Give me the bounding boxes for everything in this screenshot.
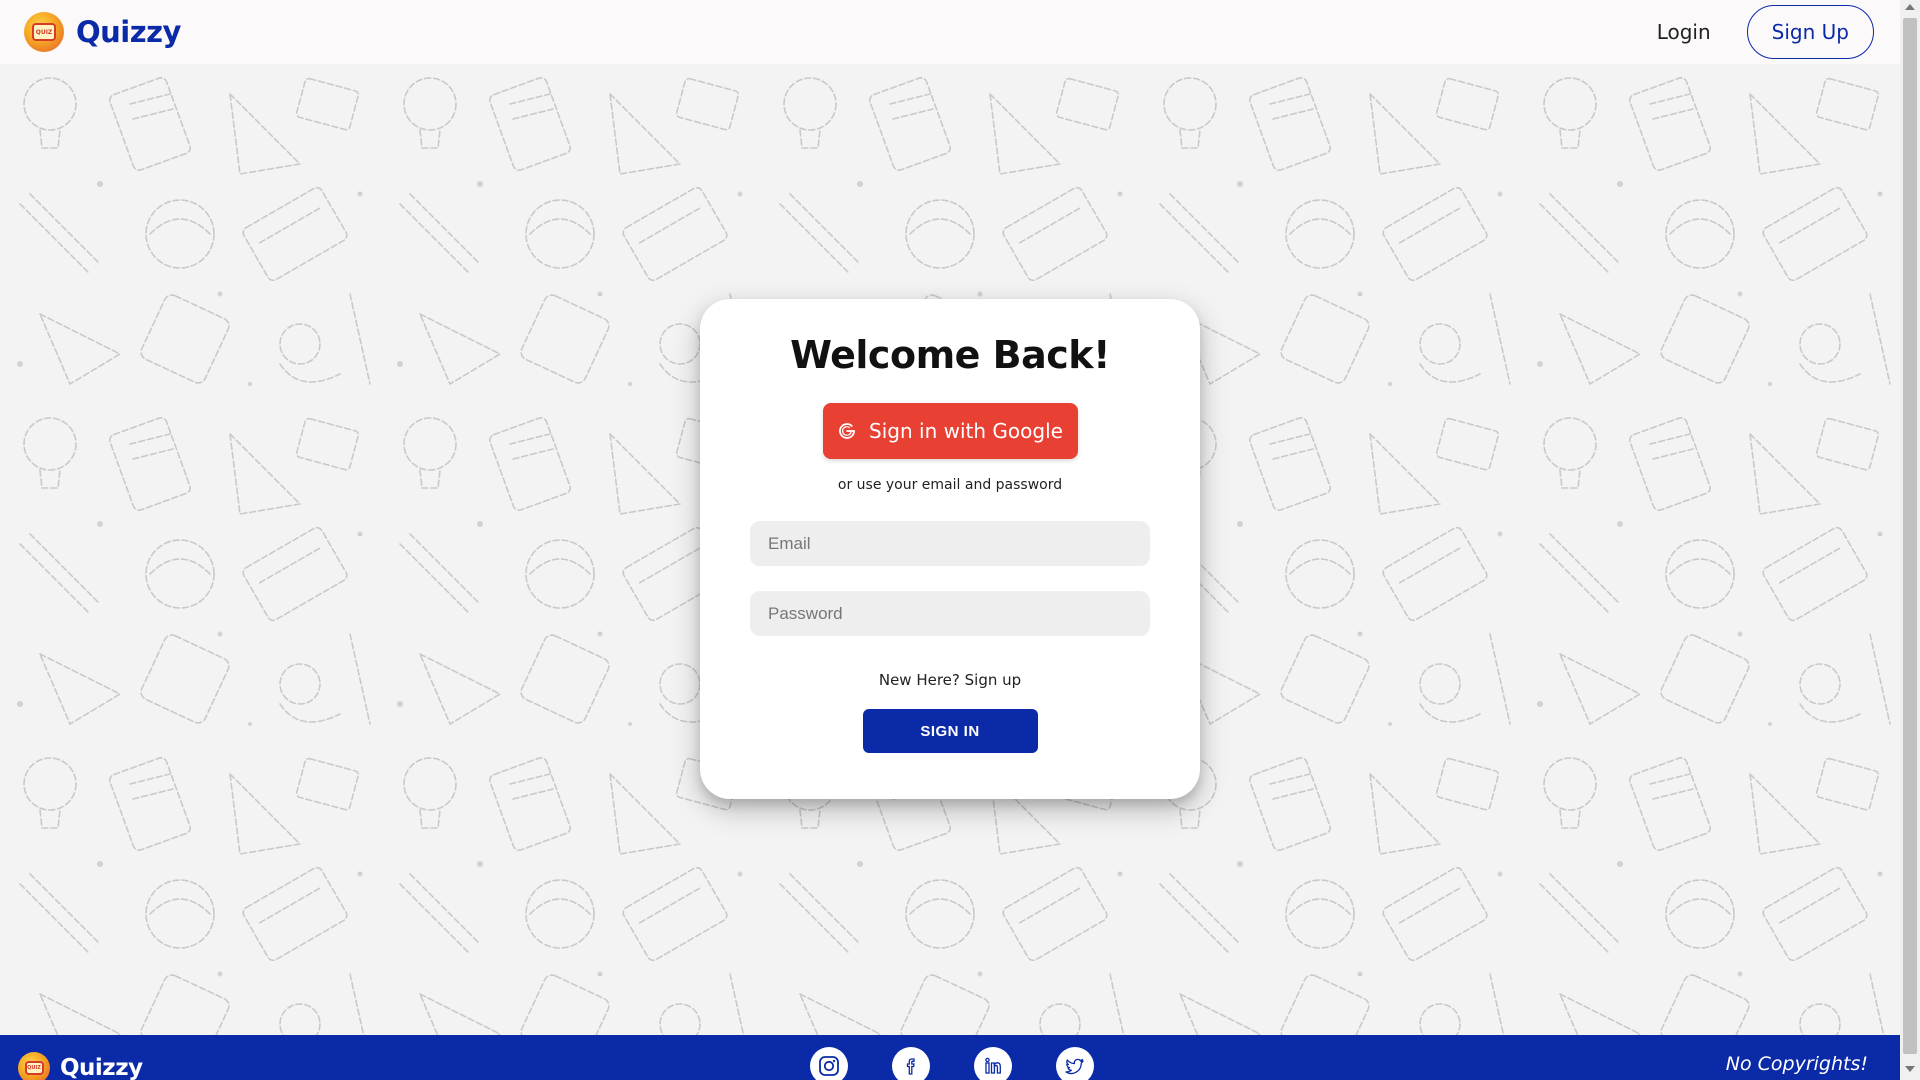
copyright-text: No Copyrights! [1725,1053,1868,1075]
footer: QUIZ Quizzy No Copyrights! [0,1035,1900,1080]
scroll-up-arrow-icon[interactable] [1905,4,1915,10]
twitter-icon[interactable] [1056,1047,1094,1080]
google-icon [837,421,857,441]
social-links [810,1047,1138,1080]
footer-brand[interactable]: QUIZ Quizzy [18,1051,143,1080]
password-field[interactable] [750,591,1150,636]
signup-button[interactable]: Sign Up [1746,5,1874,59]
alt-login-text: or use your email and password [837,477,1063,493]
scroll-down-arrow-icon[interactable] [1905,1066,1915,1072]
google-signin-button[interactable]: Sign in with Google [822,403,1078,459]
card-title: Welcome Back! [790,333,1110,377]
signin-button[interactable]: SIGN IN [862,709,1038,753]
login-card: Welcome Back! Sign in with Google or use… [700,299,1200,799]
logo-text: QUIZ [32,23,56,41]
instagram-icon[interactable] [810,1047,848,1080]
linkedin-icon[interactable] [974,1047,1012,1080]
logo-text: QUIZ [24,1060,44,1075]
page-scrollbar[interactable] [1900,0,1920,1080]
brand[interactable]: QUIZ Quizzy [24,12,181,52]
quiz-logo-icon: QUIZ [24,12,64,52]
footer-brand-name[interactable]: Quizzy [60,1055,143,1080]
top-navbar: QUIZ Quizzy Login Sign Up [0,0,1900,64]
facebook-icon[interactable] [892,1047,930,1080]
nav-actions: Login Sign Up [1657,5,1874,59]
brand-name[interactable]: Quizzy [76,15,181,49]
login-link[interactable]: Login [1657,20,1711,44]
google-signin-label: Sign in with Google [869,419,1063,443]
signup-link[interactable]: New Here? Sign up [879,671,1021,689]
email-field[interactable] [750,521,1150,566]
scroll-thumb[interactable] [1903,18,1917,1054]
quiz-logo-icon: QUIZ [18,1051,50,1080]
